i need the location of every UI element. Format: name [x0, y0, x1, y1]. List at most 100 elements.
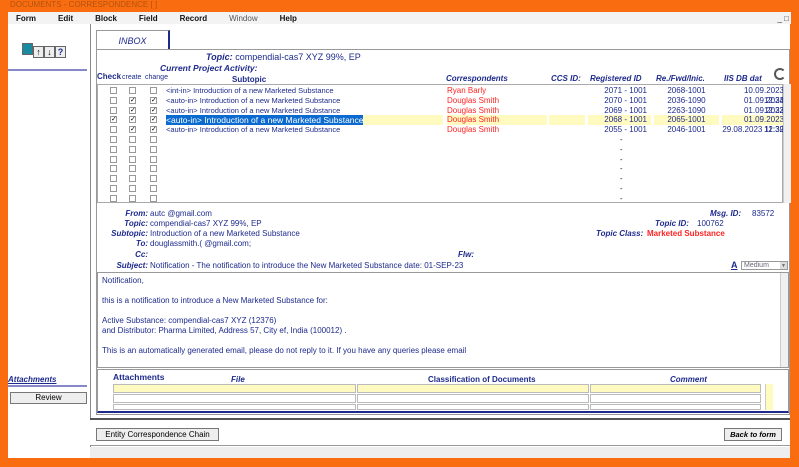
check-checkbox[interactable] [110, 106, 117, 114]
table-row[interactable]: - [98, 184, 784, 194]
change-checkbox[interactable] [150, 136, 157, 143]
check-checkbox[interactable] [110, 96, 117, 104]
table-row[interactable]: ✓ ✓ <auto-in> Introduction of a new Market… [98, 125, 784, 135]
body-scrollbar[interactable] [780, 273, 788, 367]
message-body[interactable]: Notification, this is a notification to … [97, 272, 789, 368]
col-registered[interactable]: Registered ID [590, 74, 642, 83]
date-cell[interactable]: 01.09.2023 12:32 [722, 96, 784, 115]
registered-id-cell[interactable]: 2070 - 1001 [588, 96, 651, 106]
table-row[interactable]: - [98, 194, 784, 204]
change-checkbox[interactable] [150, 145, 157, 153]
comment-cell[interactable] [590, 404, 761, 410]
tab-inbox[interactable]: INBOX [96, 30, 170, 50]
menu-help[interactable]: Help [280, 14, 297, 23]
table-row[interactable]: - [98, 155, 784, 165]
create-checkbox[interactable] [129, 145, 136, 153]
re-fwd-cell[interactable]: 2046-1001 [654, 125, 719, 135]
date-cell[interactable]: 29.08.2023 11:39 [722, 125, 784, 135]
registered-id-cell[interactable]: 2071 - 1001 [588, 86, 651, 96]
ccs-cell[interactable] [549, 125, 585, 135]
change-checkbox[interactable] [150, 175, 157, 183]
change-checkbox[interactable] [150, 185, 157, 192]
create-checkbox[interactable] [129, 194, 136, 202]
create-checkbox[interactable]: ✓ [129, 126, 136, 134]
table-row[interactable]: <int-in> Introduction of a new Marketed … [98, 86, 784, 105]
date-cell[interactable]: 01.09.2023 12:32 [722, 115, 784, 134]
change-checkbox[interactable]: ✓ [150, 126, 157, 134]
check-checkbox[interactable]: ✓ [110, 116, 117, 124]
check-checkbox[interactable] [110, 175, 117, 183]
exit-icon[interactable] [22, 43, 33, 55]
correspondent-cell[interactable]: Douglas Smith [447, 106, 547, 116]
check-checkbox[interactable] [110, 155, 117, 163]
re-fwd-cell[interactable]: 2065-1001 [654, 115, 719, 126]
comment-cell[interactable] [590, 394, 761, 403]
create-checkbox[interactable]: ✓ [129, 106, 136, 114]
entity-correspondence-chain-button[interactable]: Entity Correspondence Chain [96, 428, 219, 441]
check-checkbox[interactable] [110, 194, 117, 202]
review-button[interactable]: Review [10, 392, 87, 404]
create-checkbox[interactable]: ✓ [129, 116, 136, 124]
file-cell[interactable] [113, 384, 356, 393]
col-correspondents[interactable]: Correspondents [446, 74, 508, 83]
font-icon[interactable]: A [731, 260, 738, 270]
table-row[interactable]: - [98, 164, 784, 174]
correspondent-cell[interactable]: Douglas Smith [447, 125, 547, 135]
change-checkbox[interactable]: ✓ [150, 106, 157, 114]
create-checkbox[interactable] [129, 155, 136, 163]
col-re[interactable]: Re./Fwd/Inic. [656, 74, 705, 83]
window-controls[interactable]: _ □ [777, 14, 789, 23]
check-checkbox[interactable] [110, 126, 117, 134]
create-checkbox[interactable] [129, 185, 136, 192]
correspondent-cell[interactable]: Douglas Smith [447, 115, 547, 126]
attachments-scrollbar[interactable] [765, 384, 773, 410]
help-icon[interactable]: ? [55, 46, 66, 58]
subtopic-cell[interactable]: <auto-in> Introduction of a new Marketed… [166, 96, 340, 106]
subtopic-cell[interactable]: <auto-in> Introduction of a new Marketed… [166, 115, 364, 126]
check-checkbox[interactable] [110, 87, 117, 94]
classification-cell[interactable] [357, 394, 589, 403]
check-checkbox[interactable] [110, 165, 117, 173]
correspondent-cell[interactable]: Ryan Barly [447, 86, 547, 96]
ccs-cell[interactable] [549, 96, 585, 106]
create-checkbox[interactable] [129, 165, 136, 173]
change-checkbox[interactable] [150, 155, 157, 163]
attachments-link[interactable]: Attachments [8, 375, 56, 384]
subtopic-cell[interactable]: <int-in> Introduction of a new Marketed … [166, 86, 334, 96]
check-checkbox[interactable] [110, 136, 117, 143]
registered-id-cell[interactable]: 2068 - 1001 [588, 115, 651, 126]
change-checkbox[interactable]: ✓ [150, 96, 157, 104]
create-checkbox[interactable] [129, 175, 136, 183]
col-date[interactable]: IIS DB dat [724, 74, 762, 83]
classification-cell[interactable] [357, 404, 589, 410]
menu-edit[interactable]: Edit [58, 14, 73, 23]
date-cell[interactable]: 01.09.2023 12:32 [722, 106, 784, 125]
col-ccs[interactable]: CCS ID: [551, 74, 581, 83]
ccs-cell[interactable] [549, 115, 585, 126]
create-checkbox[interactable]: ✓ [129, 96, 136, 104]
registered-id-cell[interactable]: 2069 - 1001 [588, 106, 651, 116]
classification-cell[interactable] [357, 384, 589, 393]
back-to-form-button[interactable]: Back to form [724, 428, 782, 441]
up-arrow-icon[interactable]: ↑ [33, 46, 44, 58]
file-cell[interactable] [113, 404, 356, 410]
create-checkbox[interactable] [129, 87, 136, 94]
menu-record[interactable]: Record [180, 14, 208, 23]
table-row[interactable]: - [98, 174, 784, 184]
check-checkbox[interactable] [110, 145, 117, 153]
col-subtopic[interactable]: Subtopic [232, 75, 266, 84]
grid-scrollbar[interactable] [783, 84, 791, 203]
table-row[interactable]: ✓ ✓ <auto-in> Introduction of a new Market… [98, 106, 784, 125]
ccs-cell[interactable] [549, 106, 585, 116]
re-fwd-cell[interactable]: 2068-1001 [654, 86, 719, 96]
change-checkbox[interactable]: ✓ [150, 116, 157, 124]
down-arrow-icon[interactable]: ↓ [44, 46, 55, 58]
comment-cell[interactable] [590, 384, 761, 393]
correspondent-cell[interactable]: Douglas Smith [447, 96, 547, 106]
menu-block[interactable]: Block [95, 14, 117, 23]
ccs-cell[interactable] [549, 86, 585, 96]
refresh-icon[interactable] [774, 68, 786, 80]
font-size-select[interactable]: Medium ▼ [741, 261, 788, 270]
subtopic-cell[interactable]: <auto-in> Introduction of a new Marketed… [166, 106, 340, 116]
date-cell[interactable]: 10.09.2023 12:34 [722, 86, 784, 105]
